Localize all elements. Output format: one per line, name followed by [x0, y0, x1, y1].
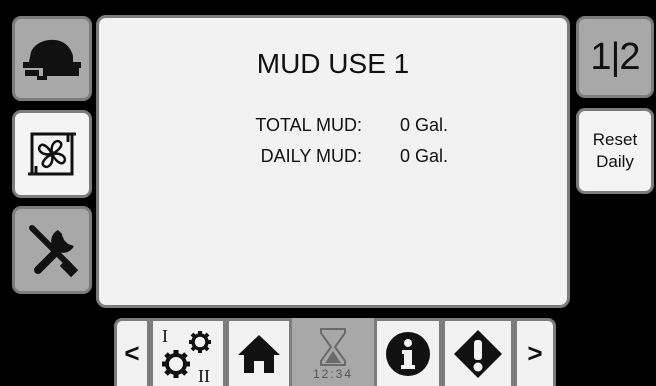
settings-mark-2: II	[198, 366, 210, 384]
total-mud-value: 0 Gal.	[400, 115, 449, 135]
info-button[interactable]	[374, 318, 442, 386]
warning-button[interactable]	[442, 318, 514, 386]
reset-daily-button[interactable]: Reset Daily	[576, 108, 654, 194]
settings-button[interactable]: I II	[150, 318, 226, 386]
daily-mud-label: DAILY MUD:	[260, 146, 362, 166]
sidebar-tools-button[interactable]	[12, 206, 92, 294]
prev-button[interactable]: <	[114, 318, 150, 386]
timer-text: 12:34	[312, 366, 354, 381]
daily-mud-value: 0 Gal.	[400, 146, 449, 166]
reset-label-line2: Daily	[596, 152, 634, 171]
machine-icon	[23, 39, 81, 80]
tools-icon	[29, 225, 79, 278]
next-button[interactable]: >	[514, 318, 556, 386]
bottom-nav-bar: < I II 12:34 >	[114, 318, 556, 386]
warning-icon	[454, 329, 502, 378]
main-panel: MUD USE 1 TOTAL MUD: 0 Gal. DAILY MUD: 0…	[96, 15, 570, 308]
settings-mark-1: I	[162, 326, 168, 346]
hourglass-icon	[320, 327, 346, 366]
page-indicator: 1|2	[590, 35, 640, 78]
fan-icon	[28, 132, 76, 176]
page-indicator-button[interactable]: 1|2	[576, 16, 654, 98]
timer-button[interactable]: 12:34	[292, 318, 374, 386]
next-arrow: >	[527, 338, 543, 368]
total-mud-label: TOTAL MUD:	[255, 115, 362, 135]
reset-label-line1: Reset	[592, 130, 638, 149]
home-icon	[238, 334, 280, 373]
sidebar-fan-button[interactable]	[12, 110, 92, 198]
settings-icon: I II	[162, 326, 211, 384]
sidebar-machine-button[interactable]	[12, 16, 92, 101]
prev-arrow: <	[124, 338, 140, 368]
info-icon	[386, 331, 430, 376]
home-button[interactable]	[226, 318, 292, 386]
page-title: MUD USE 1	[256, 48, 410, 79]
